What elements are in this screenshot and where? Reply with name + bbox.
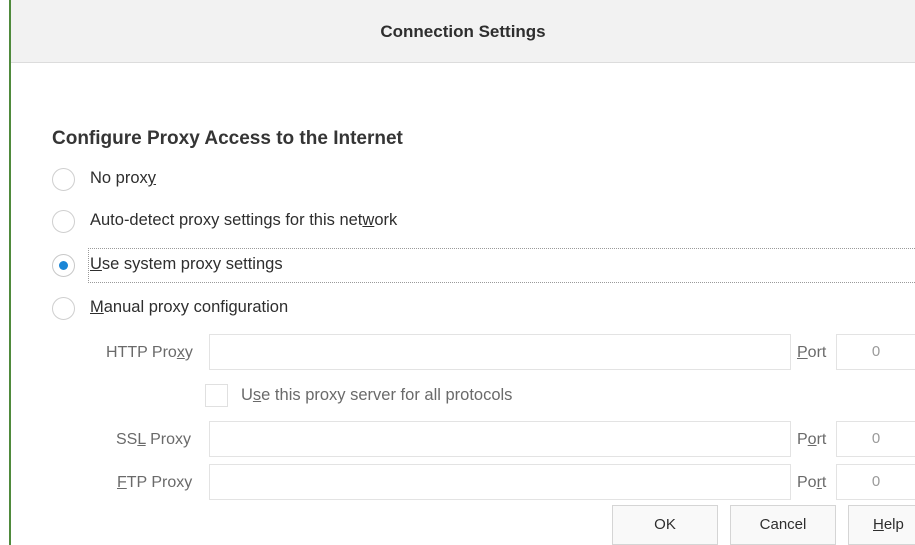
ftp-proxy-input[interactable] <box>209 464 791 500</box>
http-port-input[interactable]: 0 <box>836 334 915 370</box>
ssl-port-label: Port <box>797 431 827 448</box>
cancel-button[interactable]: Cancel <box>730 505 836 545</box>
radio-label-no-proxy[interactable]: No proxy <box>90 169 156 188</box>
radio-auto-detect[interactable]: Auto-detect proxy settings for this netw… <box>52 209 552 237</box>
radio-button[interactable] <box>52 168 75 191</box>
ssl-proxy-label: SSL Proxy <box>116 431 191 448</box>
dialog-titlebar: Connection Settings <box>11 0 915 63</box>
help-button[interactable]: Help <box>848 505 915 545</box>
radio-label-system-proxy[interactable]: Use system proxy settings <box>90 255 283 274</box>
dialog-title: Connection Settings <box>380 22 546 41</box>
radio-system-proxy[interactable]: Use system proxy settings <box>52 253 552 281</box>
ssl-proxy-input[interactable] <box>209 421 791 457</box>
ftp-proxy-label: FTP Proxy <box>117 474 193 491</box>
http-proxy-label: HTTP Proxy <box>106 344 193 361</box>
ssl-port-input[interactable]: 0 <box>836 421 915 457</box>
radio-button-selected[interactable] <box>52 254 75 277</box>
radio-button[interactable] <box>52 210 75 233</box>
radio-label-auto-detect[interactable]: Auto-detect proxy settings for this netw… <box>90 211 397 230</box>
all-protocols-checkbox[interactable] <box>205 384 228 407</box>
section-title: Configure Proxy Access to the Internet <box>52 128 403 149</box>
http-proxy-input[interactable] <box>209 334 791 370</box>
ftp-port-label: Port <box>797 474 827 491</box>
ok-button[interactable]: OK <box>612 505 718 545</box>
radio-manual-proxy[interactable]: Manual proxy configuration <box>52 296 552 324</box>
radio-label-manual-proxy[interactable]: Manual proxy configuration <box>90 298 288 317</box>
radio-dot-icon <box>59 261 68 270</box>
ftp-port-input[interactable]: 0 <box>836 464 915 500</box>
window-border <box>9 0 11 545</box>
http-port-label: Port <box>797 344 827 361</box>
radio-button[interactable] <box>52 297 75 320</box>
radio-no-proxy[interactable]: No proxy <box>52 167 352 195</box>
all-protocols-label[interactable]: Use this proxy server for all protocols <box>241 386 512 405</box>
